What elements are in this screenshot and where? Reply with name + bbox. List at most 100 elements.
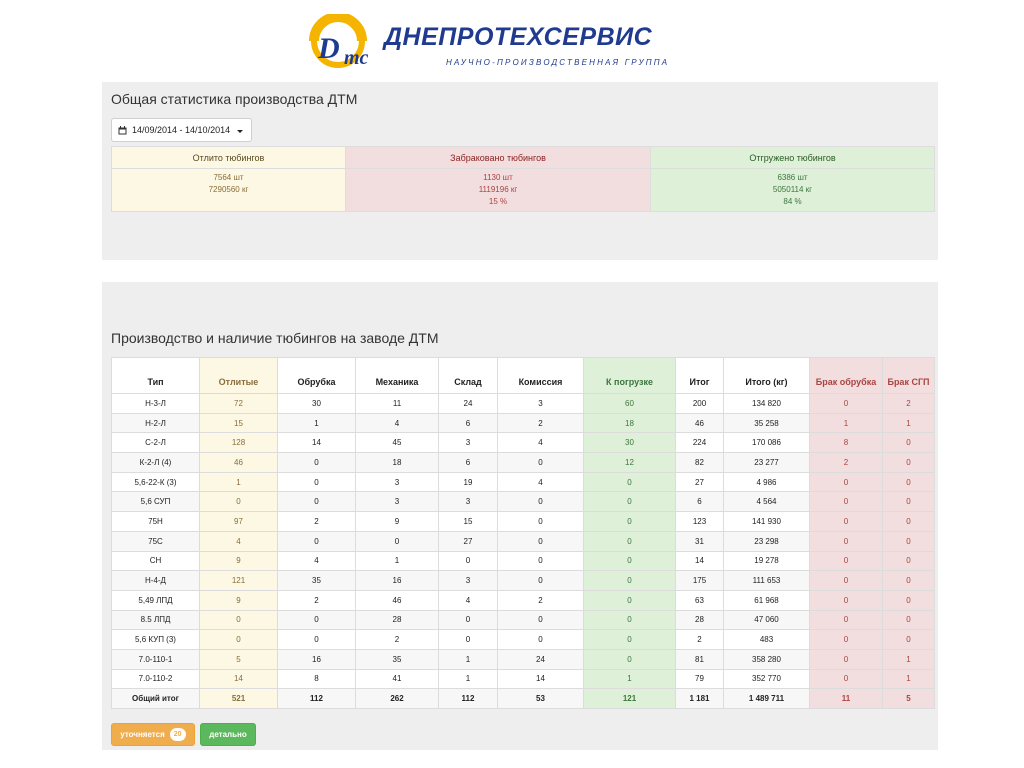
cell-defect-trimming: 0 bbox=[809, 550, 883, 572]
cell-to-load: 60 bbox=[583, 393, 676, 414]
total-defect-sgp: 5 bbox=[882, 688, 935, 709]
header-total-kg: Итого (кг) bbox=[723, 357, 810, 394]
cell-stock: 6 bbox=[438, 452, 498, 473]
cell-to-load: 0 bbox=[583, 550, 676, 572]
cell-type: К-2-Л (4) bbox=[111, 452, 200, 473]
general-stats-title: Общая статистика производства ДТМ bbox=[111, 91, 358, 107]
cell-total-kg: 23 277 bbox=[723, 452, 810, 473]
header-stock: Склад bbox=[438, 357, 498, 394]
cell-defect-trimming: 0 bbox=[809, 668, 883, 690]
cell-type: 5,6 СУП bbox=[111, 491, 200, 513]
cell-total: 2 bbox=[675, 629, 724, 650]
company-subtitle: НАУЧНО-ПРОИЗВОДСТВЕННАЯ ГРУППА bbox=[446, 58, 670, 67]
chevron-down-icon bbox=[237, 129, 244, 133]
cell-trimming: 0 bbox=[277, 491, 356, 513]
total-total-kg: 1 489 711 bbox=[723, 688, 810, 709]
cell-to-load: 12 bbox=[583, 452, 676, 473]
table-row: 75Н 97 2 9 15 0 0 123 141 930 0 0 bbox=[111, 511, 935, 532]
date-range-picker[interactable]: 14/09/2014 - 14/10/2014 bbox=[111, 118, 253, 142]
cell-stock: 15 bbox=[438, 511, 498, 532]
cell-trimming: 4 bbox=[277, 550, 356, 572]
cell-commission: 14 bbox=[497, 668, 584, 690]
cell-total: 63 bbox=[675, 589, 724, 611]
cell-machining: 9 bbox=[355, 511, 439, 532]
cell-machining: 2 bbox=[355, 629, 439, 650]
cell-stock: 0 bbox=[438, 629, 498, 650]
cell-total-kg: 141 930 bbox=[723, 511, 810, 532]
cell-type: 75С bbox=[111, 530, 200, 552]
cell-machining: 18 bbox=[355, 452, 439, 473]
total-trimming: 112 bbox=[277, 688, 356, 709]
table-row: 5,6 КУП (3) 0 0 2 0 0 0 2 483 0 0 bbox=[111, 629, 935, 650]
pending-button[interactable]: уточняется 20 bbox=[111, 723, 195, 746]
cell-cast: 0 bbox=[199, 491, 278, 513]
cell-commission: 0 bbox=[497, 530, 584, 552]
cell-total-kg: 352 770 bbox=[723, 668, 810, 690]
header-type: Тип bbox=[111, 357, 200, 394]
cell-trimming: 35 bbox=[277, 570, 356, 591]
cell-defect-sgp: 0 bbox=[882, 550, 935, 572]
cell-defect-trimming: 0 bbox=[809, 511, 883, 532]
cell-stock: 3 bbox=[438, 570, 498, 591]
cell-commission: 0 bbox=[497, 609, 584, 631]
cell-trimming: 0 bbox=[277, 609, 356, 631]
cell-defect-trimming: 0 bbox=[809, 589, 883, 611]
rejected-weight: 1119196 кг bbox=[478, 185, 518, 194]
cell-trimming: 0 bbox=[277, 530, 356, 552]
cell-trimming: 8 bbox=[277, 668, 356, 690]
cell-to-load: 0 bbox=[583, 530, 676, 552]
cell-total-kg: 483 bbox=[723, 629, 810, 650]
cell-trimming: 0 bbox=[277, 452, 356, 473]
cell-defect-sgp: 0 bbox=[882, 432, 935, 454]
cell-total: 79 bbox=[675, 668, 724, 690]
cell-defect-sgp: 0 bbox=[882, 471, 935, 493]
cast-header: Отлито тюбингов bbox=[111, 146, 346, 169]
cell-trimming: 30 bbox=[277, 393, 356, 414]
cell-to-load: 0 bbox=[583, 511, 676, 532]
cell-stock: 19 bbox=[438, 471, 498, 493]
header-commission: Комиссия bbox=[497, 357, 584, 394]
cell-stock: 1 bbox=[438, 648, 498, 670]
table-row: 7.0-110-2 14 8 41 1 14 1 79 352 770 0 1 bbox=[111, 668, 935, 690]
details-button[interactable]: детально bbox=[200, 723, 256, 746]
production-title: Производство и наличие тюбингов на завод… bbox=[111, 330, 439, 346]
rejected-count: 1130 шт bbox=[483, 173, 513, 182]
cell-type: 5,49 ЛПД bbox=[111, 589, 200, 611]
cell-commission: 0 bbox=[497, 452, 584, 473]
cell-machining: 45 bbox=[355, 432, 439, 454]
date-range-value: 14/09/2014 - 14/10/2014 bbox=[132, 125, 231, 135]
cell-cast: 97 bbox=[199, 511, 278, 532]
cell-total: 224 bbox=[675, 432, 724, 454]
cell-total: 82 bbox=[675, 452, 724, 473]
cell-total: 200 bbox=[675, 393, 724, 414]
cell-total: 123 bbox=[675, 511, 724, 532]
cell-stock: 6 bbox=[438, 412, 498, 434]
cell-total-kg: 170 086 bbox=[723, 432, 810, 454]
cell-trimming: 0 bbox=[277, 471, 356, 493]
cast-values: 7564 шт 7290560 кг bbox=[111, 168, 346, 212]
cell-commission: 2 bbox=[497, 412, 584, 434]
cell-stock: 1 bbox=[438, 668, 498, 690]
cell-defect-trimming: 0 bbox=[809, 609, 883, 631]
header-defect-sgp: Брак СГП bbox=[882, 357, 935, 394]
table-row: 7.0-110-1 5 16 35 1 24 0 81 358 280 0 1 bbox=[111, 648, 935, 670]
company-logo[interactable]: D тс ДНЕПРОТЕХСЕРВИС НАУЧНО-ПРОИЗВОДСТВЕ… bbox=[308, 14, 692, 70]
cell-stock: 24 bbox=[438, 393, 498, 414]
table-row: С-2-Л 128 14 45 3 4 30 224 170 086 8 0 bbox=[111, 432, 935, 454]
cell-commission: 0 bbox=[497, 550, 584, 572]
cell-defect-trimming: 0 bbox=[809, 570, 883, 591]
cell-machining: 35 bbox=[355, 648, 439, 670]
cell-defect-trimming: 0 bbox=[809, 491, 883, 513]
header-to-load: К погрузке bbox=[583, 357, 676, 394]
table-header-row: Тип Отлитые Обрубка Механика Склад Комиссия К … bbox=[111, 357, 935, 394]
cell-defect-sgp: 0 bbox=[882, 491, 935, 513]
table-row: СН 9 4 1 0 0 0 14 19 278 0 0 bbox=[111, 550, 935, 572]
rejected-values: 1130 шт 1119196 кг 15 % bbox=[345, 168, 651, 212]
rejected-percent: 15 % bbox=[488, 197, 508, 206]
svg-text:тс: тс bbox=[344, 47, 369, 68]
total-total: 1 181 bbox=[675, 688, 724, 709]
cell-commission: 0 bbox=[497, 629, 584, 650]
pending-label: уточняется bbox=[120, 730, 165, 739]
cell-defect-trimming: 8 bbox=[809, 432, 883, 454]
cell-machining: 0 bbox=[355, 530, 439, 552]
